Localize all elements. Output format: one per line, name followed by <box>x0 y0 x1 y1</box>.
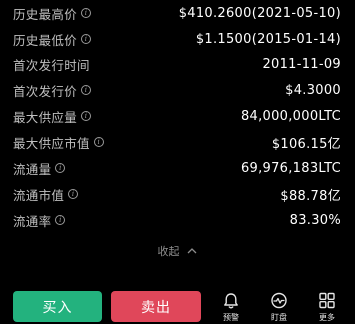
stat-row-all-time-low: 历史最低价 i $1.1500(2015-01-14) <box>0 26 355 52</box>
stat-value: 2011-11-09 <box>262 56 341 72</box>
stat-label: 最大供应市值 <box>13 135 90 151</box>
stat-row-circulating-market-cap: 流通市值 i $88.78亿 <box>0 181 355 207</box>
stat-value: 84,000,000LTC <box>240 108 341 124</box>
info-icon[interactable]: i <box>55 163 66 173</box>
info-icon[interactable]: i <box>81 111 92 121</box>
stat-label: 历史最低价 <box>13 32 78 48</box>
info-icon[interactable]: i <box>55 215 66 225</box>
stat-row-circulating-supply: 流通量 i 69,976,183LTC <box>0 155 355 181</box>
stat-label: 流通率 <box>13 213 52 229</box>
stat-value: $106.15亿 <box>271 136 341 152</box>
info-icon[interactable]: i <box>93 137 104 147</box>
info-icon[interactable]: i <box>81 85 92 95</box>
stat-label: 首次发行价 <box>13 83 78 99</box>
collapse-toggle[interactable]: 收起 <box>0 240 355 262</box>
stat-value: $4.3000 <box>285 82 341 98</box>
stat-row-max-supply-market-cap: 最大供应市值 i $106.15亿 <box>0 129 355 155</box>
info-icon[interactable]: i <box>81 34 92 44</box>
stat-row-all-time-high: 历史最高价 i $410.2600(2021-05-10) <box>0 0 355 26</box>
stat-value: 69,976,183LTC <box>240 160 341 176</box>
stat-row-first-issue-date: 首次发行时间 2011-11-09 <box>0 51 355 77</box>
grid-more-icon <box>319 292 335 309</box>
buy-button[interactable]: 买入 <box>13 291 102 322</box>
stat-label: 历史最高价 <box>13 6 78 22</box>
stat-value: $1.1500(2015-01-14) <box>195 31 341 47</box>
stat-value: $410.2600(2021-05-10) <box>178 5 341 21</box>
watch-label: 盯盘 <box>271 313 287 322</box>
stat-row-max-supply: 最大供应量 i 84,000,000LTC <box>0 103 355 129</box>
collapse-label: 收起 <box>157 245 180 258</box>
chevron-up-icon <box>187 248 196 254</box>
stat-row-first-issue-price: 首次发行价 i $4.3000 <box>0 77 355 103</box>
coin-stats-page: 历史最高价 i $410.2600(2021-05-10) 历史最低价 i $1.1… <box>0 0 355 324</box>
stat-value: 83.30% <box>289 212 341 228</box>
alert-button[interactable]: 预警 <box>215 291 247 324</box>
stat-row-circulation-rate: 流通率 i 83.30% <box>0 207 355 233</box>
info-icon[interactable]: i <box>68 189 79 199</box>
sell-button[interactable]: 卖出 <box>111 291 201 322</box>
info-icon[interactable]: i <box>81 8 92 18</box>
pulse-monitor-icon <box>271 292 287 309</box>
bottom-action-bar: 买入 卖出 预警 盯盘 更多 <box>0 288 355 324</box>
stat-value: $88.78亿 <box>280 188 341 204</box>
stat-label: 流通量 <box>13 161 52 177</box>
more-label: 更多 <box>319 313 335 322</box>
more-button[interactable]: 更多 <box>311 291 343 324</box>
stat-label: 流通市值 <box>13 187 65 203</box>
bell-icon <box>224 293 238 309</box>
alert-label: 预警 <box>223 313 239 322</box>
stat-label: 首次发行时间 <box>13 57 90 73</box>
stat-label: 最大供应量 <box>13 109 78 125</box>
watch-button[interactable]: 盯盘 <box>263 291 295 324</box>
